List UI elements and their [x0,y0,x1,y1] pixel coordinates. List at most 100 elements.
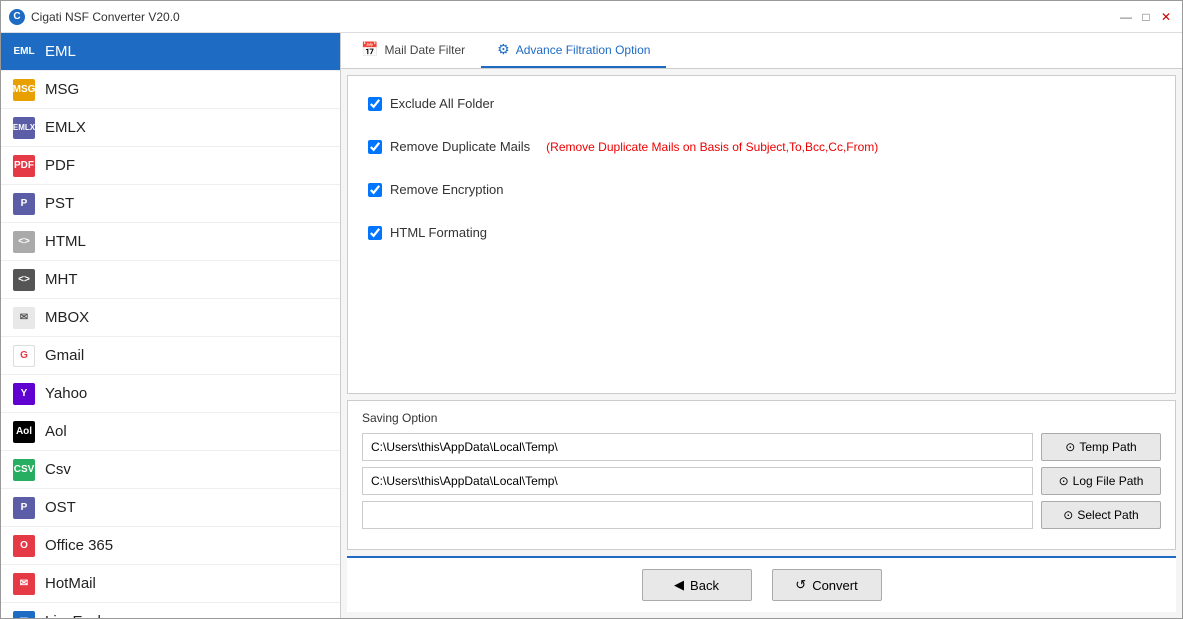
sidebar-item-live[interactable]: ✉ LiveExchange [1,603,340,618]
html-label: HTML [45,233,86,250]
filter-option-remove-encryption: Remove Encryption [368,182,1155,197]
csv-label: Csv [45,461,71,478]
aol-label: Aol [45,423,67,440]
back-button[interactable]: ◀ Back [642,569,752,601]
sidebar-item-yahoo[interactable]: Y Yahoo [1,375,340,413]
tabs: 📅 Mail Date Filter ⚙ Advance Filtration Opt… [341,33,1182,69]
select-path-row: ⊙ Select Path [362,501,1161,529]
sidebar-item-msg[interactable]: MSG MSG [1,71,340,109]
app-icon: C [9,9,25,25]
convert-button[interactable]: ↺ Convert [772,569,882,601]
yahoo-icon: Y [13,383,35,405]
checkbox-exclude-all-folder[interactable] [368,97,382,111]
tab-advance-filtration[interactable]: ⚙ Advance Filtration Option [481,33,666,68]
log-file-path-row-button[interactable]: ⊙ Log File Path [1041,467,1161,495]
hotmail-label: HotMail [45,575,96,592]
filter-option-remove-duplicate-mails: Remove Duplicate Mails (Remove Duplicate … [368,139,1155,154]
minimize-button[interactable]: — [1118,9,1134,25]
convert-label: Convert [812,578,858,593]
sidebar-item-office365[interactable]: O Office 365 [1,527,340,565]
eml-icon: EML [13,41,35,63]
select-path-row-button-icon: ⊙ [1063,508,1073,522]
mbox-label: MBOX [45,309,89,326]
title-bar-left: C Cigati NSF Converter V20.0 [9,9,180,25]
hotmail-icon: ✉ [13,573,35,595]
temp-path-row-button-icon: ⊙ [1065,440,1075,454]
app-title: Cigati NSF Converter V20.0 [31,10,180,24]
temp-path-row-button[interactable]: ⊙ Temp Path [1041,433,1161,461]
emlx-label: EMLX [45,119,86,136]
gmail-label: Gmail [45,347,84,364]
sidebar-item-csv[interactable]: CSV Csv [1,451,340,489]
select-path-row-button[interactable]: ⊙ Select Path [1041,501,1161,529]
msg-icon: MSG [13,79,35,101]
select-path-row-input[interactable] [362,501,1033,529]
checkbox-html-formatting[interactable] [368,226,382,240]
yahoo-label: Yahoo [45,385,87,402]
sidebar-item-gmail[interactable]: G Gmail [1,337,340,375]
sidebar-item-eml[interactable]: EML EML [1,33,340,71]
aol-icon: Aol [13,421,35,443]
close-button[interactable]: ✕ [1158,9,1174,25]
label-html-formatting: HTML Formating [390,225,487,240]
ost-label: OST [45,499,76,516]
sidebar-item-mht[interactable]: <> MHT [1,261,340,299]
tab-mail-date-filter[interactable]: 📅 Mail Date Filter [345,33,481,68]
saving-section: Saving Option ⊙ Temp Path ⊙ Log File Path ⊙ S… [347,400,1176,550]
log-file-path-row-input[interactable] [362,467,1033,495]
tab-mail-date-filter-icon: 📅 [361,41,378,58]
temp-path-row-input[interactable] [362,433,1033,461]
checkbox-remove-duplicate-mails[interactable] [368,140,382,154]
tab-advance-filtration-icon: ⚙ [497,41,510,58]
log-file-path-row-button-icon: ⊙ [1059,474,1069,488]
title-bar: C Cigati NSF Converter V20.0 — □ ✕ [1,1,1182,33]
label-exclude-all-folder: Exclude All Folder [390,96,494,111]
pdf-icon: PDF [13,155,35,177]
office365-label: Office 365 [45,537,113,554]
back-label: Back [690,578,719,593]
sidebar-item-ost[interactable]: P OST [1,489,340,527]
mht-label: MHT [45,271,78,288]
sidebar-item-aol[interactable]: Aol Aol [1,413,340,451]
gmail-icon: G [13,345,35,367]
msg-label: MSG [45,81,79,98]
sidebar: EML EML MSG MSG EMLX EMLX PDF PDF PPST<>HTML <> MH… [1,33,341,618]
sidebar-item-pdf[interactable]: PDF PDF [1,147,340,185]
label-remove-duplicate-mails: Remove Duplicate Mails [390,139,530,154]
main-window: C Cigati NSF Converter V20.0 — □ ✕ EMLEM… [0,0,1183,619]
filter-option-exclude-all-folder: Exclude All Folder [368,96,1155,111]
emlx-icon: EMLX [13,117,35,139]
log-file-path-row-button-label: Log File Path [1073,474,1144,488]
temp-path-row-button-label: Temp Path [1079,440,1136,454]
saving-title: Saving Option [362,411,1161,425]
sidebar-item-hotmail[interactable]: ✉ HotMail [1,565,340,603]
pdf-label: PDF [45,157,75,174]
convert-icon: ↺ [795,577,806,593]
sidebar-item-html[interactable]: <>HTML [1,223,340,261]
maximize-button[interactable]: □ [1138,9,1154,25]
select-path-row-button-label: Select Path [1077,508,1138,522]
live-label: LiveExchange [45,613,139,618]
office365-icon: O [13,535,35,557]
tab-advance-filtration-label: Advance Filtration Option [516,43,651,57]
log-file-path-row: ⊙ Log File Path [362,467,1161,495]
eml-label: EML [45,43,76,60]
tab-mail-date-filter-label: Mail Date Filter [384,43,465,57]
label-remove-encryption: Remove Encryption [390,182,503,197]
mht-icon: <> [13,269,35,291]
filter-option-html-formatting: HTML Formating [368,225,1155,240]
sidebar-item-emlx[interactable]: EMLX EMLX [1,109,340,147]
checkbox-remove-encryption[interactable] [368,183,382,197]
sidebar-item-pst[interactable]: PPST [1,185,340,223]
sidebar-item-mbox[interactable]: ✉ MBOX [1,299,340,337]
title-controls: — □ ✕ [1118,9,1174,25]
back-icon: ◀ [674,577,684,593]
live-icon: ✉ [13,611,35,619]
note-remove-duplicate-mails: (Remove Duplicate Mails on Basis of Subj… [546,140,878,154]
pst-icon: P [13,193,35,215]
mbox-icon: ✉ [13,307,35,329]
main-content: EML EML MSG MSG EMLX EMLX PDF PDF PPST<>HTML <> MH… [1,33,1182,618]
right-panel: 📅 Mail Date Filter ⚙ Advance Filtration Opt… [341,33,1182,618]
ost-icon: P [13,497,35,519]
csv-icon: CSV [13,459,35,481]
